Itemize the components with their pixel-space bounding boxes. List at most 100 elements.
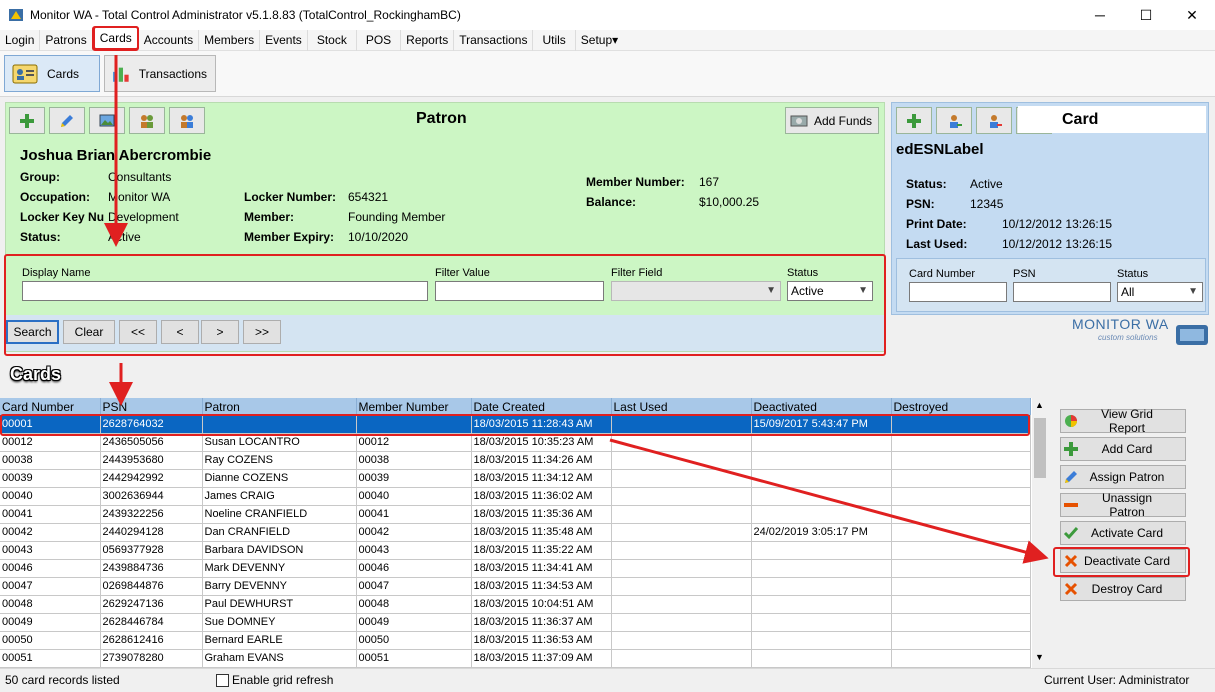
grid-refresh-checkbox[interactable]	[216, 674, 229, 687]
table-row[interactable]: 00049 2628446784 Sue DOMNEY 00049 18/03/2015…	[0, 613, 1031, 632]
card-psn-input[interactable]	[1013, 282, 1111, 302]
col-psn[interactable]: PSN	[100, 398, 203, 415]
card-status-select[interactable]: All ▼	[1117, 282, 1203, 302]
patron-photo-button[interactable]	[89, 107, 125, 134]
view-grid-report-button[interactable]: View Grid Report	[1060, 407, 1186, 435]
table-cell: Paul DEWHURST	[202, 595, 357, 614]
col-card-number[interactable]: Card Number	[0, 398, 101, 415]
assign-patron-top-button[interactable]	[936, 107, 972, 134]
card-psn-value: 12345	[970, 197, 1004, 211]
table-cell: 00038	[0, 451, 101, 470]
table-cell	[891, 559, 1031, 578]
table-cell	[891, 487, 1031, 506]
table-cell	[891, 523, 1031, 542]
assign-patron-button[interactable]: Assign Patron	[1060, 465, 1186, 489]
add-funds-button[interactable]: Add Funds	[785, 107, 879, 134]
col-patron[interactable]: Patron	[202, 398, 357, 415]
table-cell: 00038	[356, 451, 472, 470]
locker-number-label: Locker Number:	[244, 190, 337, 204]
table-cell	[751, 469, 892, 488]
menu-setup[interactable]: Setup▾	[576, 30, 623, 51]
module-cards-button[interactable]: Cards	[4, 55, 100, 92]
table-cell: 24/02/2019 3:05:17 PM	[751, 523, 892, 542]
close-button[interactable]: ✕	[1169, 0, 1215, 30]
menu-login[interactable]: Login	[0, 29, 41, 51]
minimize-button[interactable]: ─	[1077, 0, 1123, 30]
table-cell: 18/03/2015 11:34:12 AM	[471, 469, 612, 488]
menu-reports[interactable]: Reports	[401, 29, 455, 51]
col-deactivated[interactable]: Deactivated	[751, 398, 892, 415]
add-card-button[interactable]: Add Card	[1060, 437, 1186, 461]
table-cell	[611, 577, 752, 596]
card-number-input[interactable]	[909, 282, 1007, 302]
table-cell	[611, 559, 752, 578]
window-title: Monitor WA - Total Control Administrator…	[30, 8, 461, 22]
menu-accounts[interactable]: Accounts	[139, 29, 200, 51]
maximize-button[interactable]: ☐	[1123, 0, 1169, 30]
unassign-patron-label: Unassign Patron	[1101, 491, 1153, 519]
table-cell: 00041	[0, 505, 101, 524]
table-cell: 00051	[0, 649, 101, 668]
table-cell	[611, 469, 752, 488]
users-icon	[141, 114, 153, 128]
table-cell: 18/03/2015 11:37:09 AM	[471, 649, 612, 668]
table-cell: 00049	[356, 613, 472, 632]
col-destroyed[interactable]: Destroyed	[891, 398, 1031, 415]
group-label: Group:	[20, 170, 60, 184]
menu-events[interactable]: Events	[260, 29, 308, 51]
add-funds-label: Add Funds	[814, 113, 873, 128]
table-cell	[751, 649, 892, 668]
member-expiry-label: Member Expiry:	[244, 230, 335, 244]
menu-pos[interactable]: POS	[357, 29, 402, 51]
destroy-card-button[interactable]: Destroy Card	[1060, 577, 1186, 601]
table-cell: 2739078280	[100, 649, 203, 668]
table-cell: Sue DOMNEY	[202, 613, 357, 632]
plus-icon	[907, 113, 921, 128]
module-transactions-label: Transactions	[138, 66, 207, 81]
member-number-value: 167	[699, 175, 720, 189]
scroll-up-icon[interactable]: ▲	[1035, 400, 1044, 410]
table-row[interactable]: 00050 2628612416 Bernard EARLE 00050 18/03/2…	[0, 631, 1031, 650]
table-row[interactable]: 00046 2439884736 Mark DEVENNY 00046 18/03/20…	[0, 559, 1031, 578]
scroll-down-icon[interactable]: ▼	[1035, 652, 1044, 662]
table-cell: 00046	[356, 559, 472, 578]
patron-group-button[interactable]	[169, 107, 205, 134]
table-row[interactable]: 00051 2739078280 Graham EVANS 00051 18/03/20…	[0, 649, 1031, 668]
table-cell: Dan CRANFIELD	[202, 523, 357, 542]
col-last-used[interactable]: Last Used	[611, 398, 752, 415]
user-remove-icon	[990, 114, 1002, 128]
menu-utils[interactable]: Utils	[533, 29, 576, 51]
patron-link-button[interactable]	[129, 107, 165, 134]
table-row[interactable]: 00038 2443953680 Ray COZENS 00038 18/03/2015…	[0, 451, 1031, 470]
table-cell	[891, 541, 1031, 560]
add-card-top-button[interactable]	[896, 107, 932, 134]
menu-members[interactable]: Members	[199, 29, 261, 51]
table-row[interactable]: 00042 2440294128 Dan CRANFIELD 00042 18/03/2…	[0, 523, 1031, 542]
table-cell: 00040	[0, 487, 101, 506]
balance-label: Balance:	[586, 195, 637, 209]
scroll-thumb[interactable]	[1034, 418, 1046, 478]
esn-label: edESNLabel	[896, 141, 984, 158]
col-member-number[interactable]: Member Number	[356, 398, 472, 415]
module-transactions-button[interactable]: Transactions	[104, 55, 216, 92]
table-cell: 00047	[0, 577, 101, 596]
menu-transactions[interactable]: Transactions	[454, 29, 534, 51]
table-row[interactable]: 00041 2439322256 Noeline CRANFIELD 00041 18/…	[0, 505, 1031, 524]
table-row[interactable]: 00043 0569377928 Barbara DAVIDSON 00043 18/0…	[0, 541, 1031, 560]
table-cell: 00042	[0, 523, 101, 542]
unassign-patron-top-button[interactable]	[976, 107, 1012, 134]
menu-stock[interactable]: Stock	[308, 29, 357, 51]
table-row[interactable]: 00048 2629247136 Paul DEWHURST 00048 18/03/2…	[0, 595, 1031, 614]
unassign-patron-button[interactable]: Unassign Patron	[1060, 491, 1186, 519]
menu-patrons[interactable]: Patrons	[40, 29, 93, 51]
table-row[interactable]: 00040 3002636944 James CRAIG 00040 18/03/201…	[0, 487, 1031, 506]
edit-patron-button[interactable]	[49, 107, 85, 134]
table-row[interactable]: 00047 0269844876 Barry DEVENNY 00047 18/03/2…	[0, 577, 1031, 596]
col-date-created[interactable]: Date Created	[471, 398, 612, 415]
table-row[interactable]: 00039 2442942992 Dianne COZENS 00039 18/03/2…	[0, 469, 1031, 488]
add-patron-button[interactable]	[9, 107, 45, 134]
table-cell	[751, 541, 892, 560]
activate-card-button[interactable]: Activate Card	[1060, 521, 1186, 545]
card-number-label: Card Number	[909, 268, 976, 280]
grid-scrollbar[interactable]: ▲ ▼	[1032, 398, 1048, 668]
